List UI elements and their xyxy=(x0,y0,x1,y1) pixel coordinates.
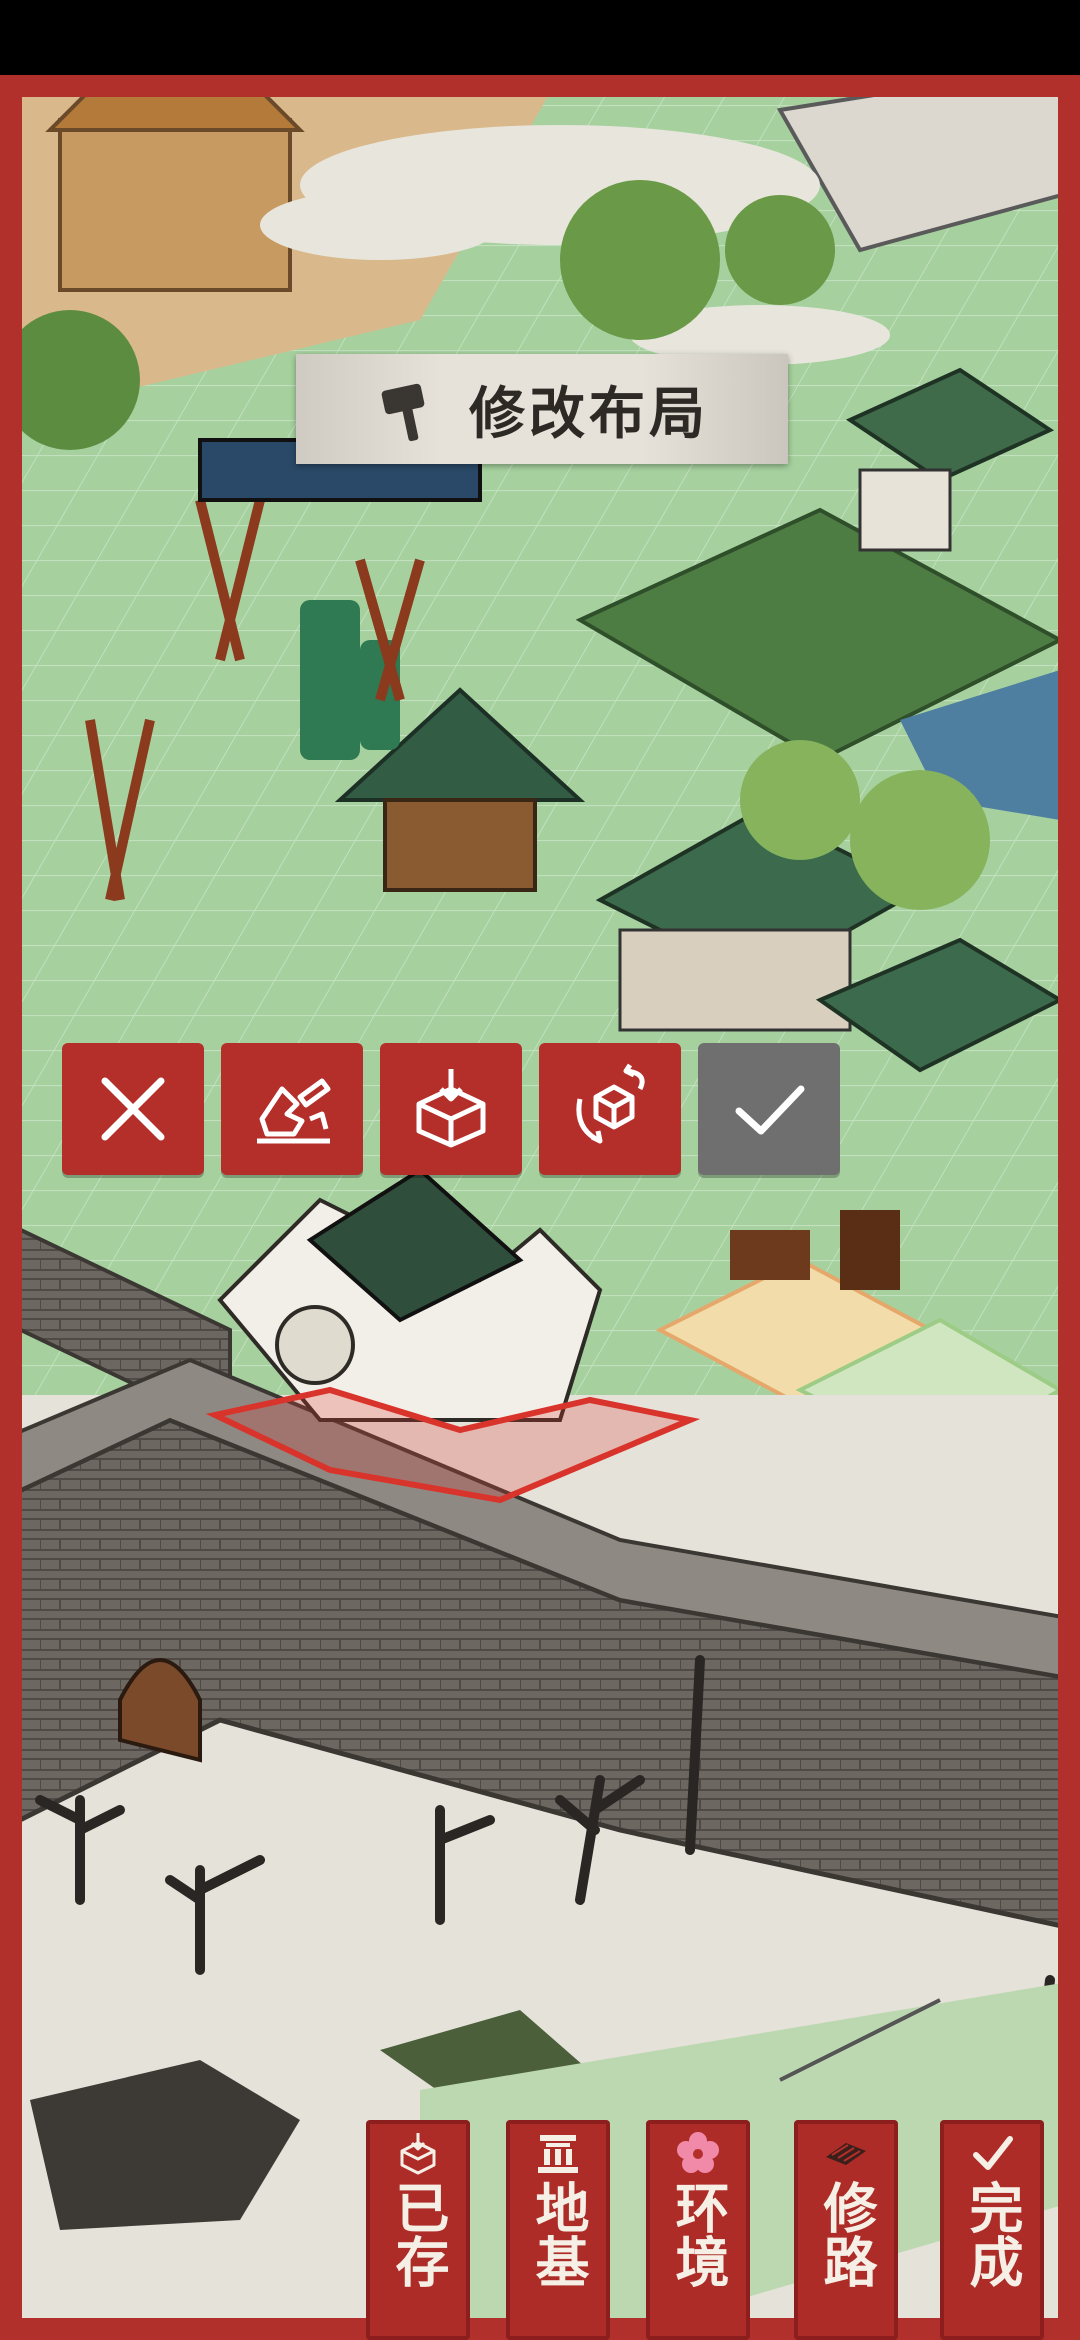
foundation-button[interactable]: 地基 xyxy=(506,2120,610,2340)
stored-button[interactable]: 已存 xyxy=(366,2120,470,2340)
demolish-button[interactable] xyxy=(221,1043,363,1175)
done-button[interactable]: 完成 xyxy=(940,2120,1044,2340)
blossom-icon xyxy=(672,2130,724,2176)
hammer-icon xyxy=(381,383,425,442)
foundation-label: 地基 xyxy=(526,2180,590,2288)
check-icon xyxy=(966,2130,1018,2176)
mode-title: 修改布局 xyxy=(469,380,709,447)
confirm-button[interactable] xyxy=(698,1043,840,1175)
road-label: 修路 xyxy=(814,2180,878,2288)
stored-label: 已存 xyxy=(386,2180,450,2288)
done-label: 完成 xyxy=(960,2180,1024,2288)
foundation-icon xyxy=(532,2130,584,2176)
road-icon xyxy=(820,2130,872,2176)
rotate-icon xyxy=(576,1063,645,1144)
stored-box-icon xyxy=(392,2130,444,2176)
store-box-icon xyxy=(416,1069,486,1148)
game-screen: 修改布局 已存 地基 环境 修路 完成 xyxy=(0,0,1080,2340)
mode-title-banner: 修改布局 xyxy=(296,354,788,464)
demolish-icon xyxy=(257,1078,331,1144)
cancel-button[interactable] xyxy=(62,1043,204,1175)
store-button[interactable] xyxy=(380,1043,522,1175)
close-icon xyxy=(101,1077,165,1141)
status-bar xyxy=(0,0,1080,75)
environment-label: 环境 xyxy=(666,2180,730,2288)
environment-button[interactable]: 环境 xyxy=(646,2120,750,2340)
rotate-button[interactable] xyxy=(539,1043,681,1175)
check-icon xyxy=(735,1085,805,1135)
road-button[interactable]: 修路 xyxy=(794,2120,898,2340)
